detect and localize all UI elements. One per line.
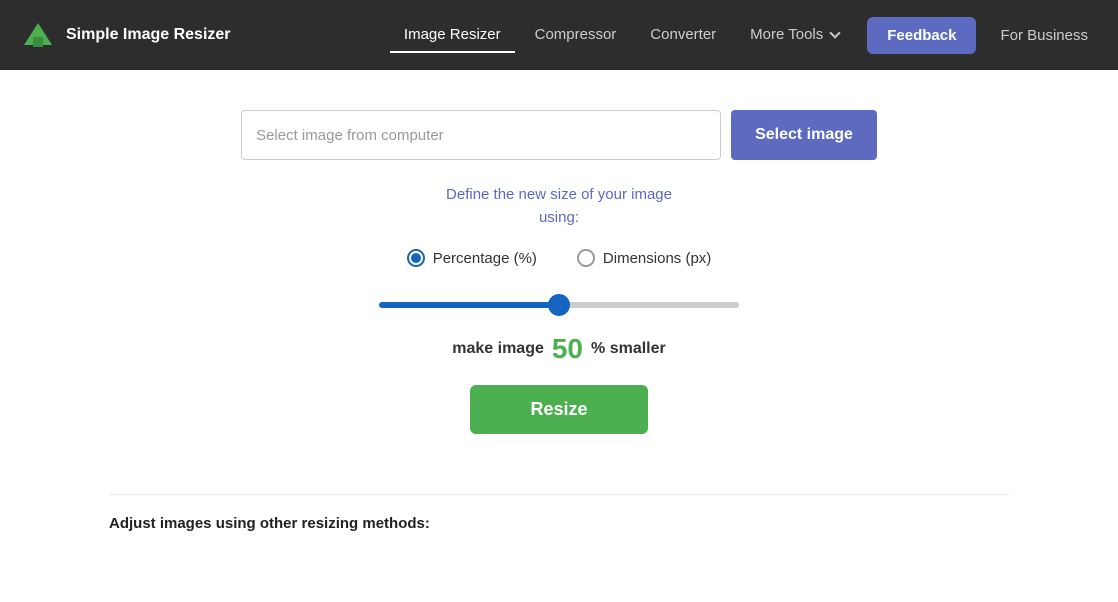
radio-percentage-indicator — [407, 249, 425, 267]
for-business-link[interactable]: For Business — [990, 19, 1098, 52]
main-nav: Image Resizer Compressor Converter More … — [390, 17, 1098, 54]
radio-percentage[interactable]: Percentage (%) — [407, 249, 537, 267]
slider-container — [379, 295, 739, 313]
header: Simple Image Resizer Image Resizer Compr… — [0, 0, 1118, 70]
file-input-row: Select image from computer Select image — [241, 110, 877, 160]
resize-slider[interactable] — [379, 302, 739, 308]
select-image-button[interactable]: Select image — [731, 110, 877, 160]
feedback-button[interactable]: Feedback — [867, 17, 976, 54]
radio-options-row: Percentage (%) Dimensions (px) — [407, 249, 712, 267]
nav-converter[interactable]: Converter — [636, 18, 730, 53]
nav-compressor[interactable]: Compressor — [521, 18, 631, 53]
radio-dimensions[interactable]: Dimensions (px) — [577, 249, 711, 267]
radio-dimensions-indicator — [577, 249, 595, 267]
file-input-placeholder[interactable]: Select image from computer — [241, 110, 721, 160]
make-image-row: make image 50 % smaller — [452, 333, 665, 365]
logo-area: Simple Image Resizer — [20, 17, 231, 53]
logo-icon — [20, 17, 56, 53]
main-content: Select image from computer Select image … — [0, 70, 1118, 553]
bottom-title: Adjust images using other resizing metho… — [109, 515, 430, 532]
define-size-text: Define the new size of your image using: — [446, 184, 672, 229]
resize-button[interactable]: Resize — [470, 385, 647, 434]
percent-value: 50 — [552, 333, 583, 365]
nav-image-resizer[interactable]: Image Resizer — [390, 18, 515, 53]
bottom-section: Adjust images using other resizing metho… — [109, 494, 1009, 533]
nav-more-tools[interactable]: More Tools — [736, 18, 853, 53]
logo-text: Simple Image Resizer — [66, 26, 231, 44]
chevron-down-icon — [830, 27, 841, 38]
